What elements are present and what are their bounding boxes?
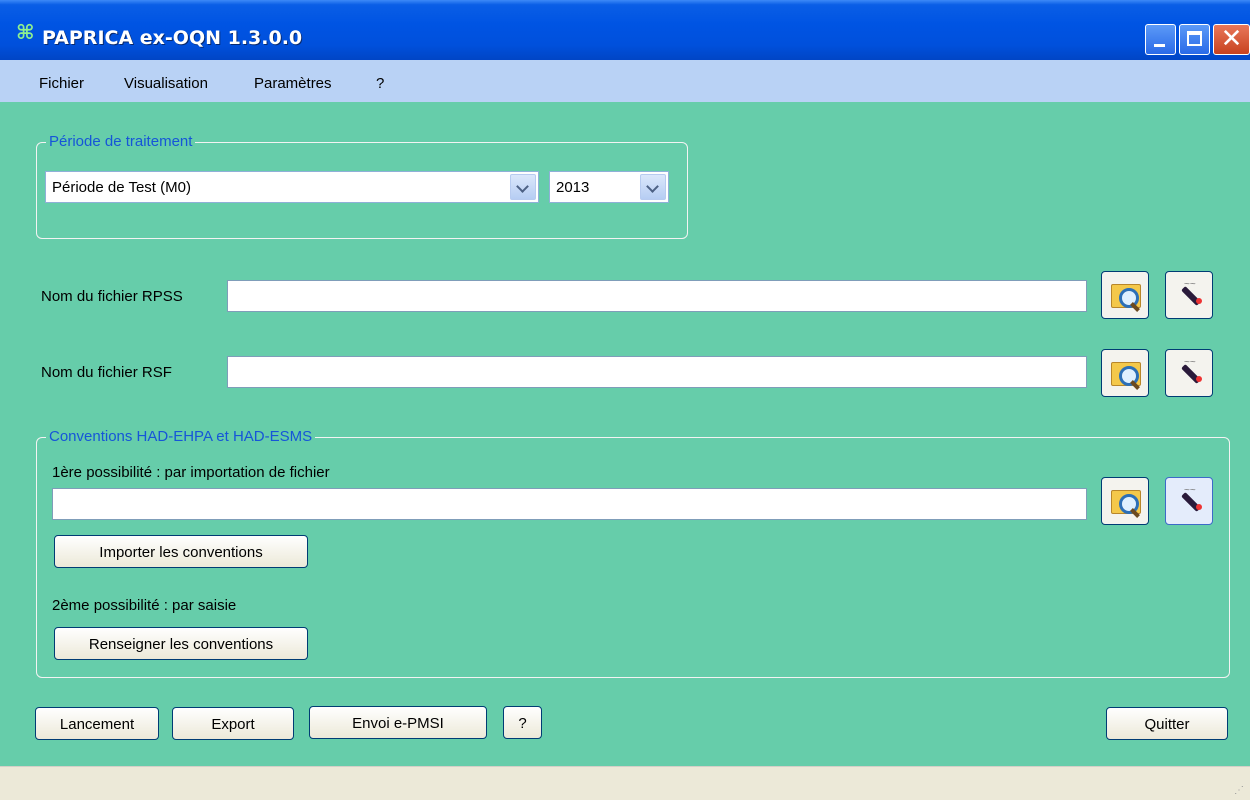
- rsf-label: Nom du fichier RSF: [41, 364, 172, 381]
- period-value: Période de Test (M0): [52, 179, 191, 196]
- conventions-browse-button[interactable]: [1101, 477, 1149, 525]
- help-button[interactable]: ?: [503, 706, 542, 739]
- rsf-browse-button[interactable]: [1101, 349, 1149, 397]
- menu-fichier[interactable]: Fichier: [39, 75, 84, 92]
- menu-visualisation[interactable]: Visualisation: [124, 75, 208, 92]
- app-window: ⌘ PAPRICA ex-OQN 1.3.0.0 ✕ Fichier Visua…: [0, 0, 1250, 800]
- periode-legend: Période de traitement: [46, 133, 196, 150]
- year-value: 2013: [556, 179, 590, 196]
- rsf-clear-button[interactable]: ~~: [1165, 349, 1213, 397]
- rpss-label: Nom du fichier RPSS: [41, 288, 183, 305]
- maximize-icon: [1180, 25, 1209, 54]
- menu-help[interactable]: ?: [376, 75, 384, 92]
- minimize-icon: [1146, 25, 1175, 54]
- title-bar[interactable]: ⌘ PAPRICA ex-OQN 1.3.0.0 ✕: [0, 0, 1250, 60]
- conventions-clear-button[interactable]: ~~: [1165, 477, 1213, 525]
- send-epmsi-button[interactable]: Envoi e-PMSI: [309, 706, 487, 739]
- year-select[interactable]: 2013: [549, 171, 669, 203]
- resize-grip-icon[interactable]: ⋰: [1234, 785, 1246, 797]
- maximize-button[interactable]: [1179, 24, 1210, 55]
- window-title: PAPRICA ex-OQN 1.3.0.0: [42, 27, 303, 49]
- rpss-browse-button[interactable]: [1101, 271, 1149, 319]
- option2-label: 2ème possibilité : par saisie: [52, 597, 237, 614]
- rpss-file-input[interactable]: [227, 280, 1087, 312]
- close-icon: ✕: [1220, 24, 1243, 54]
- rpss-clear-button[interactable]: ~~: [1165, 271, 1213, 319]
- chevron-down-icon[interactable]: [510, 174, 536, 200]
- quit-button[interactable]: Quitter: [1106, 707, 1228, 740]
- app-logo-icon: ⌘: [16, 20, 35, 44]
- chevron-down-icon[interactable]: [640, 174, 666, 200]
- minimize-button[interactable]: [1145, 24, 1176, 55]
- period-select[interactable]: Période de Test (M0): [45, 171, 539, 203]
- fill-conventions-button[interactable]: Renseigner les conventions: [54, 627, 308, 660]
- launch-button[interactable]: Lancement: [35, 707, 159, 740]
- close-button[interactable]: ✕: [1213, 24, 1250, 55]
- rsf-file-input[interactable]: [227, 356, 1087, 388]
- option1-label: 1ère possibilité : par importation de fi…: [52, 464, 330, 481]
- conventions-legend: Conventions HAD-EHPA et HAD-ESMS: [46, 428, 316, 445]
- menu-parametres[interactable]: Paramètres: [254, 75, 332, 92]
- import-conventions-button[interactable]: Importer les conventions: [54, 535, 308, 568]
- conventions-file-input[interactable]: [52, 488, 1087, 520]
- status-bar: ⋰: [0, 766, 1250, 800]
- export-button[interactable]: Export: [172, 707, 294, 740]
